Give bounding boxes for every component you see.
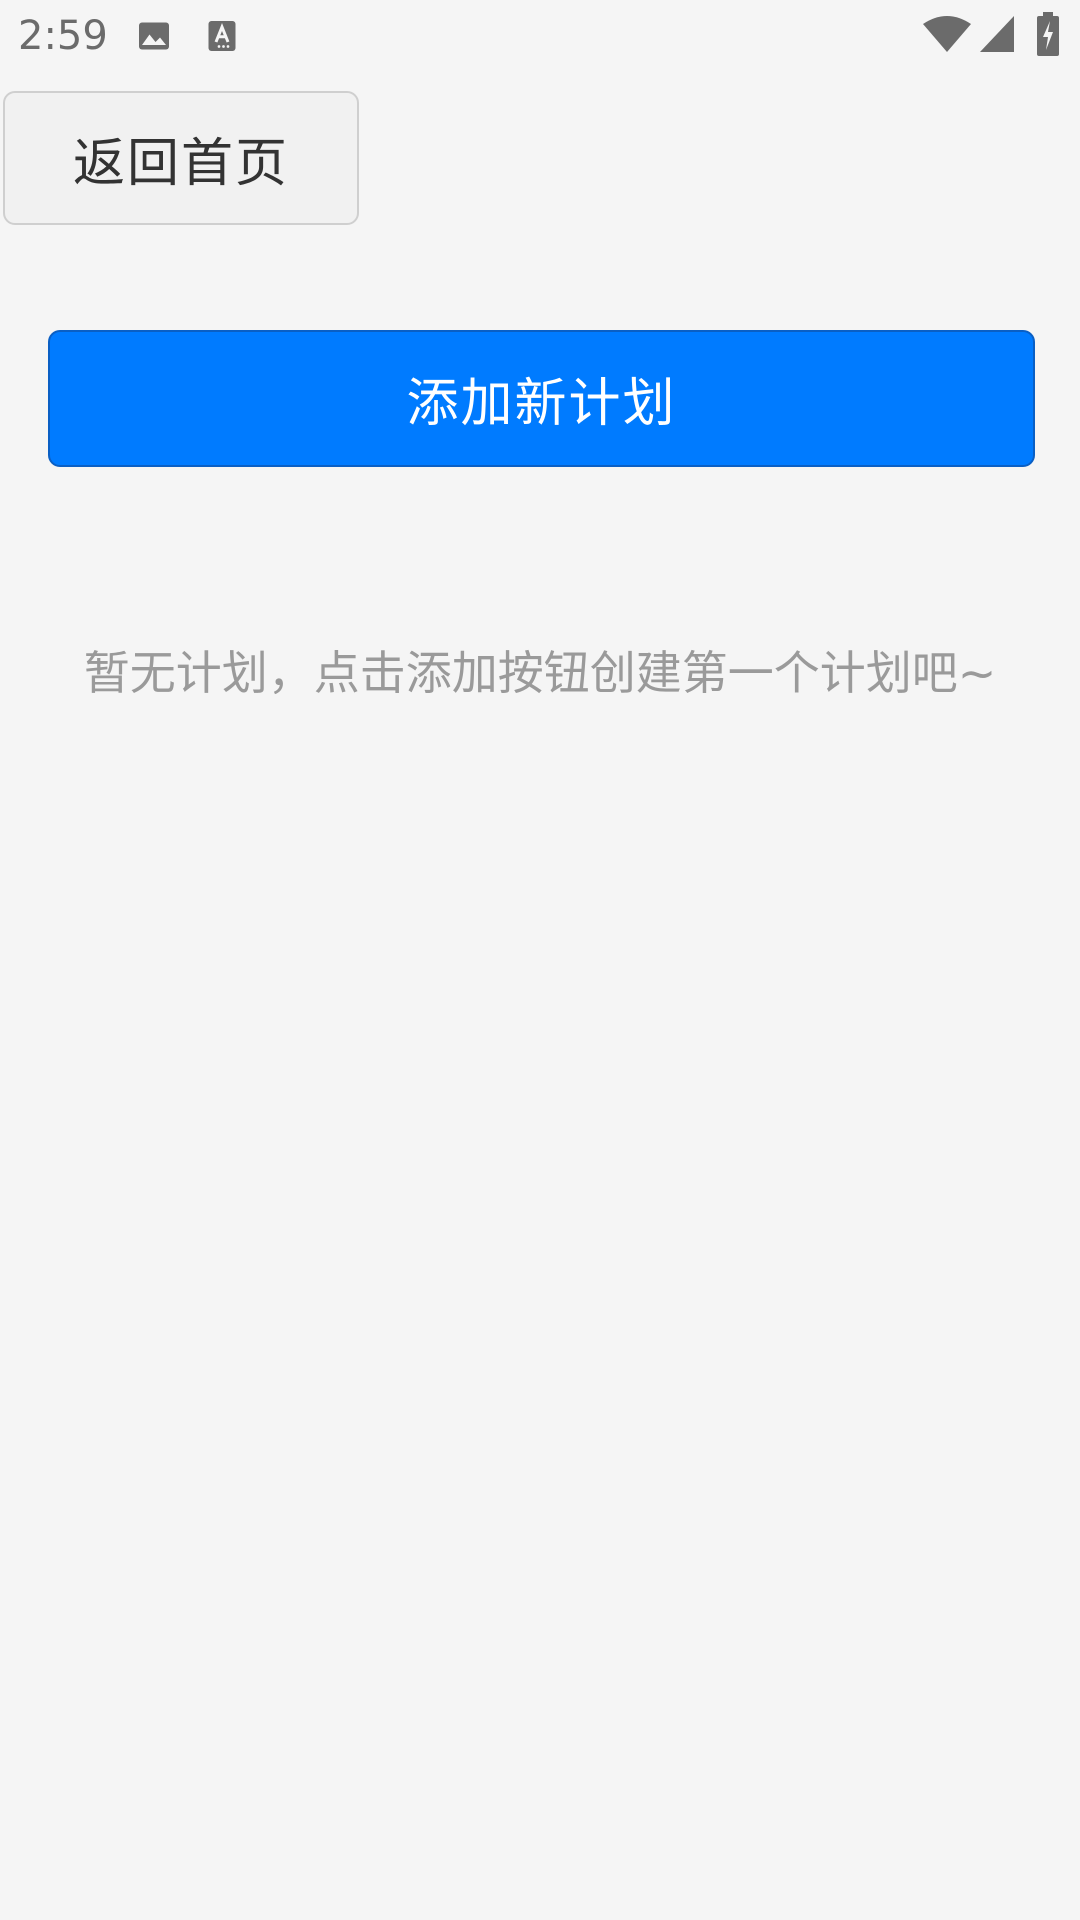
status-time: 2:59 <box>18 13 108 59</box>
back-home-button[interactable]: 返回首页 <box>3 91 359 225</box>
status-bar: 2:59 <box>0 0 1080 72</box>
empty-state-message: 暂无计划，点击添加按钮创建第一个计划吧~ <box>83 646 997 700</box>
cell-signal-icon <box>978 14 1016 54</box>
battery-charging-icon <box>1036 12 1060 56</box>
add-plan-label: 添加新计划 <box>406 374 677 434</box>
text-format-icon <box>204 18 240 54</box>
image-icon <box>136 18 172 54</box>
add-plan-button[interactable]: 添加新计划 <box>48 330 1035 467</box>
back-home-label: 返回首页 <box>72 133 289 194</box>
wifi-icon <box>922 14 972 54</box>
